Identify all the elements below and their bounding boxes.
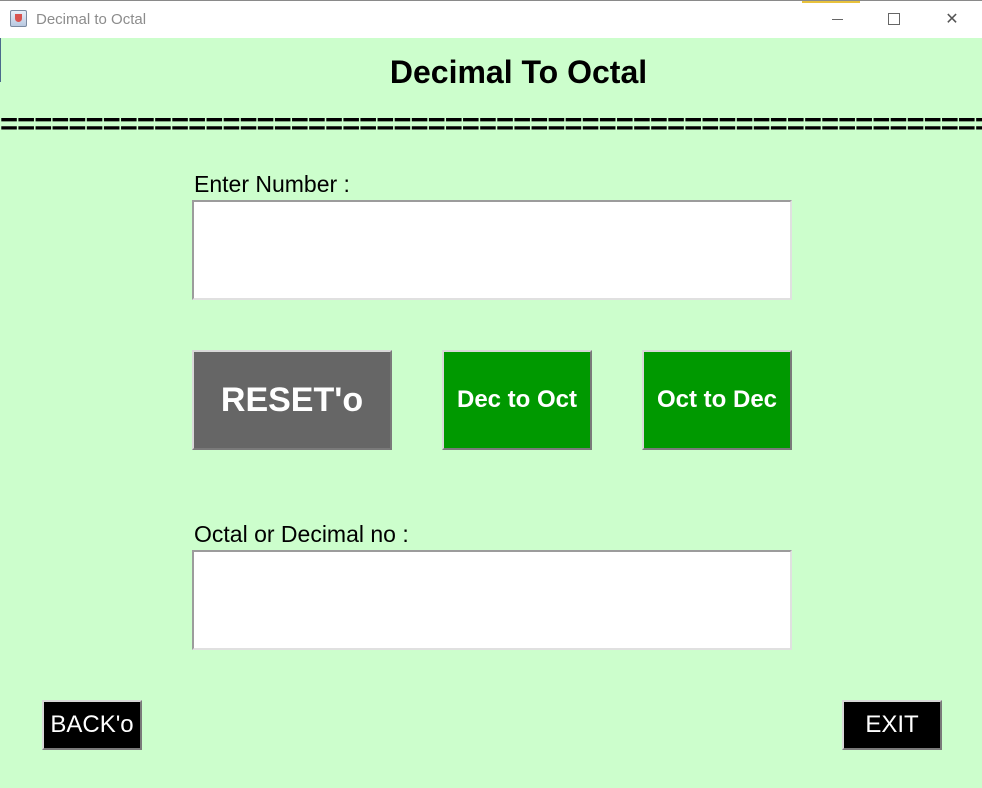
page-title: Decimal To Octal (389, 54, 648, 90)
minimize-icon (831, 18, 843, 20)
input-label: Enter Number : (194, 171, 350, 197)
output-label: Octal or Decimal no : (194, 521, 409, 547)
result-output[interactable] (192, 550, 792, 650)
reset-button[interactable]: RESET'o (192, 350, 392, 450)
close-button[interactable]: ✕ (929, 1, 975, 37)
exit-button[interactable]: EXIT (842, 700, 942, 750)
back-button[interactable]: BACK'o (42, 700, 142, 750)
maximize-button[interactable] (871, 1, 917, 37)
oct-to-dec-button[interactable]: Oct to Dec (642, 350, 792, 450)
window-titlebar: Decimal to Octal ✕ (0, 0, 982, 38)
dec-to-oct-button[interactable]: Dec to Oct (442, 350, 592, 450)
number-input[interactable] (192, 200, 792, 300)
maximize-icon (888, 13, 900, 25)
minimize-button[interactable] (814, 1, 860, 37)
close-icon: ✕ (945, 11, 959, 28)
java-app-icon (10, 10, 27, 27)
window-title: Decimal to Octal (36, 11, 147, 28)
divider-line: ========================================… (0, 114, 982, 134)
